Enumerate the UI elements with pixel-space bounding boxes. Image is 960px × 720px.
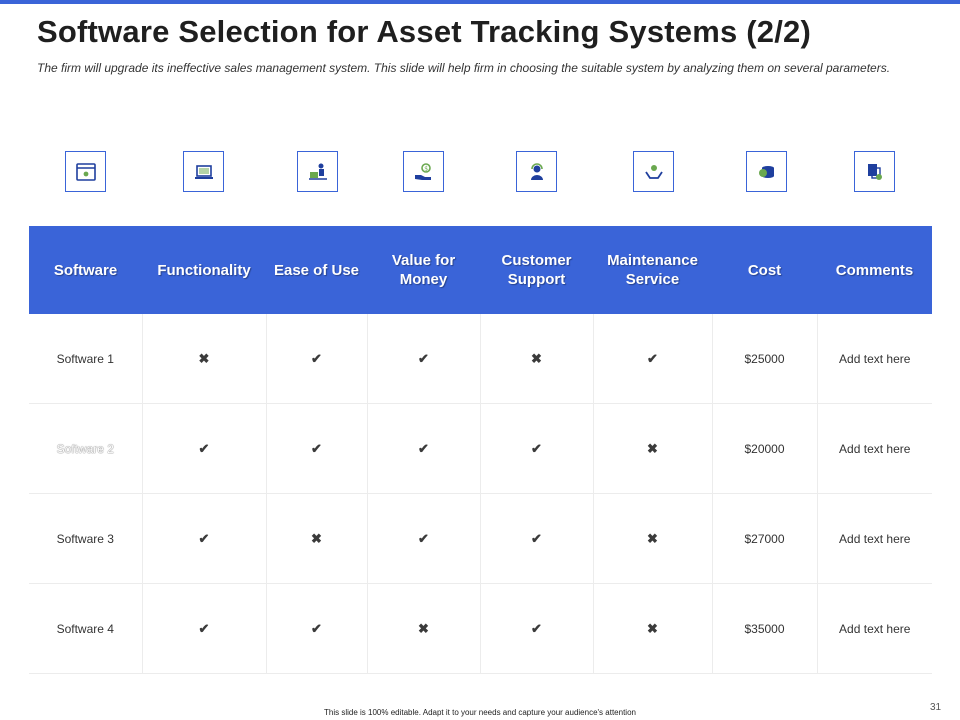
coins-stack-icon (746, 151, 787, 192)
money-in-hand-icon: $ (403, 151, 444, 192)
maintenance-service-mark: ✖ (593, 403, 713, 494)
functionality-mark: ✔ (142, 403, 267, 494)
ease-of-use-mark: ✔ (266, 403, 368, 494)
comparison-table-wrapper: Software Functionality Ease of Use Value… (29, 226, 932, 674)
value-for-money-mark: ✔ (367, 314, 481, 404)
browser-settings-icon (65, 151, 106, 192)
column-header-maintenance-service: Maintenance Service (593, 226, 712, 314)
software-name-cell: Software 1 (29, 314, 143, 404)
svg-text:$: $ (424, 165, 428, 172)
value-for-money-mark: ✖ (367, 583, 481, 674)
parameter-icon-row: $ (0, 151, 960, 194)
table-row: Software 2 ✔ ✔ ✔ ✔ ✖ $20000 Add text her… (29, 403, 932, 494)
comments-cell[interactable]: Add text here (817, 403, 932, 494)
maintenance-service-mark: ✖ (593, 583, 713, 674)
cost-cell: $20000 (712, 403, 818, 494)
column-header-customer-support: Customer Support (480, 226, 593, 314)
column-header-ease-of-use: Ease of Use (266, 226, 367, 314)
software-name-cell: Software 4 (29, 583, 143, 674)
person-at-desk-icon (297, 151, 338, 192)
customer-support-mark: ✔ (480, 583, 594, 674)
functionality-mark: ✔ (142, 583, 267, 674)
cost-cell: $27000 (712, 493, 818, 584)
table-header-row: Software Functionality Ease of Use Value… (29, 226, 932, 314)
table-row: Software 4 ✔ ✔ ✖ ✔ ✖ $35000 Add text her… (29, 583, 932, 674)
customer-support-icon (516, 151, 557, 192)
value-for-money-mark: ✔ (367, 493, 481, 584)
value-for-money-mark: ✔ (367, 403, 481, 494)
footer-note: This slide is 100% editable. Adapt it to… (324, 708, 636, 717)
page-subtitle: The firm will upgrade its ineffective sa… (37, 61, 891, 75)
page-title: Software Selection for Asset Tracking Sy… (37, 14, 811, 49)
column-header-software: Software (29, 226, 142, 314)
comments-cell[interactable]: Add text here (817, 314, 932, 404)
comparison-table: Software Functionality Ease of Use Value… (29, 226, 932, 674)
comments-cell[interactable]: Add text here (817, 493, 932, 584)
document-settings-icon (854, 151, 895, 192)
maintenance-care-icon (633, 151, 674, 192)
column-header-cost: Cost (712, 226, 817, 314)
ease-of-use-mark: ✖ (266, 493, 368, 584)
column-header-comments: Comments (817, 226, 932, 314)
functionality-mark: ✔ (142, 493, 267, 584)
customer-support-mark: ✖ (480, 314, 594, 404)
page-number: 31 (930, 702, 942, 713)
comments-cell[interactable]: Add text here (817, 583, 932, 674)
ease-of-use-mark: ✔ (266, 583, 368, 674)
functionality-mark: ✖ (142, 314, 267, 404)
laptop-icon (183, 151, 224, 192)
maintenance-service-mark: ✔ (593, 314, 713, 404)
software-name-cell: Software 3 (29, 493, 143, 584)
cost-cell: $35000 (712, 583, 818, 674)
ease-of-use-mark: ✔ (266, 314, 368, 404)
table-row: Software 3 ✔ ✖ ✔ ✔ ✖ $27000 Add text her… (29, 493, 932, 584)
top-accent-bar (0, 0, 960, 4)
column-header-functionality: Functionality (142, 226, 266, 314)
maintenance-service-mark: ✖ (593, 493, 713, 584)
cost-cell: $25000 (712, 314, 818, 404)
customer-support-mark: ✔ (480, 493, 594, 584)
table-row: Software 1 ✖ ✔ ✔ ✖ ✔ $25000 Add text her… (29, 314, 932, 404)
software-name-cell: Software 2 (29, 403, 143, 494)
column-header-value-for-money: Value for Money (367, 226, 480, 314)
customer-support-mark: ✔ (480, 403, 594, 494)
